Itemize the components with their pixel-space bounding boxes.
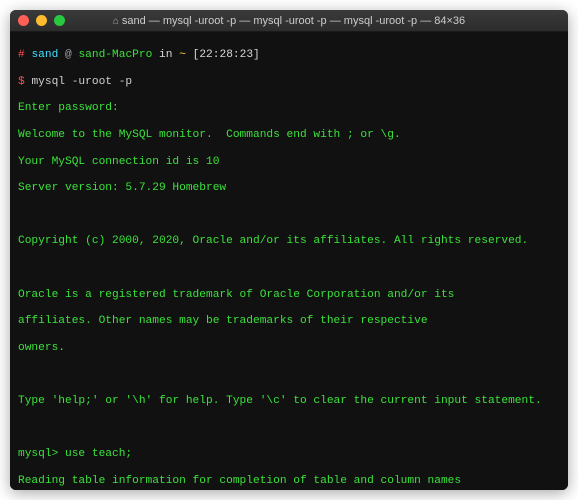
prompt-hash: #	[18, 49, 25, 61]
zoom-icon[interactable]	[54, 15, 65, 26]
output-line: Your MySQL connection id is 10	[18, 156, 560, 169]
prompt-time: [22:28:23]	[193, 49, 260, 61]
prompt-user: sand	[31, 49, 58, 61]
output-line: Enter password:	[18, 102, 560, 115]
blank-line	[18, 262, 560, 275]
output-line: owners.	[18, 342, 560, 355]
close-icon[interactable]	[18, 15, 29, 26]
prompt-dollar: $	[18, 76, 25, 88]
blank-line	[18, 368, 560, 381]
output-line: affiliates. Other names may be trademark…	[18, 315, 560, 328]
output-line: Server version: 5.7.29 Homebrew	[18, 182, 560, 195]
blank-line	[18, 422, 560, 435]
entered-command: mysql -uroot -p	[31, 76, 132, 88]
output-line: Welcome to the MySQL monitor. Commands e…	[18, 129, 560, 142]
output-line: Type 'help;' or '\h' for help. Type '\c'…	[18, 395, 560, 408]
prompt-in: in	[159, 49, 172, 61]
output-line: Oracle is a registered trademark of Orac…	[18, 289, 560, 302]
prompt-host: sand-MacPro	[78, 49, 152, 61]
traffic-lights	[18, 15, 65, 26]
terminal-window: ⌂sand — mysql -uroot -p — mysql -uroot -…	[10, 10, 568, 490]
prompt-path: ~	[179, 49, 186, 61]
output-line: Reading table information for completion…	[18, 475, 560, 488]
prompt-line-1: # sand @ sand-MacPro in ~ [22:28:23]	[18, 49, 560, 62]
titlebar[interactable]: ⌂sand — mysql -uroot -p — mysql -uroot -…	[10, 10, 568, 32]
window-title-text: sand — mysql -uroot -p — mysql -uroot -p…	[122, 15, 465, 27]
output-line: mysql> use teach;	[18, 448, 560, 461]
prompt-at: @	[65, 49, 72, 61]
minimize-icon[interactable]	[36, 15, 47, 26]
terminal-viewport[interactable]: # sand @ sand-MacPro in ~ [22:28:23] $ m…	[10, 32, 568, 490]
blank-line	[18, 209, 560, 222]
window-title: ⌂sand — mysql -uroot -p — mysql -uroot -…	[10, 15, 568, 27]
prompt-line-2: $ mysql -uroot -p	[18, 76, 560, 89]
home-icon: ⌂	[113, 16, 119, 27]
output-line: Copyright (c) 2000, 2020, Oracle and/or …	[18, 235, 560, 248]
